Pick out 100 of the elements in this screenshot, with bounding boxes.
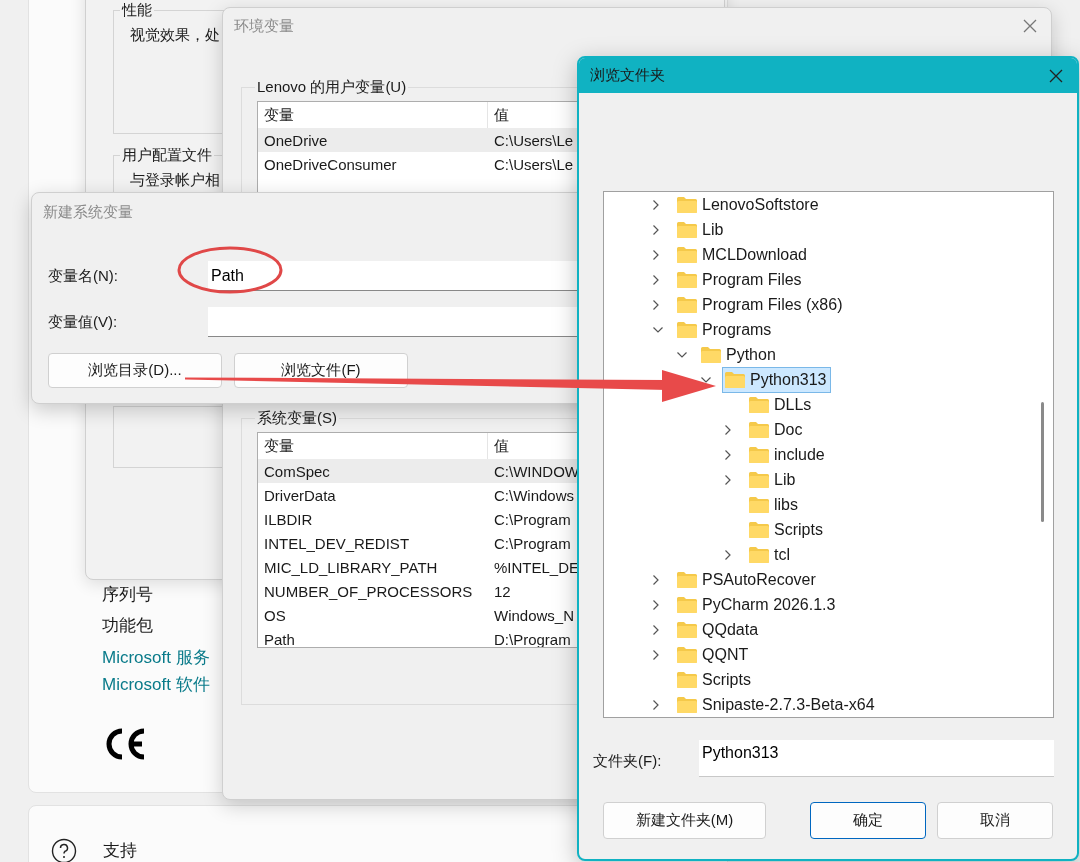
tree-item[interactable]: Program Files (x86) [674,291,847,318]
ok-button[interactable]: 确定 [810,802,926,839]
tree-item[interactable]: Lib [674,216,728,243]
agreement-link[interactable]: Microsoft 软件 [102,671,210,698]
chevron-right-icon[interactable] [653,649,659,660]
variable-value: 12 [493,582,511,600]
chevron-right-icon[interactable] [725,424,731,435]
tree-item[interactable]: Snipaste-2.7.3-Beta-x64 [674,691,879,717]
close-icon[interactable] [1023,19,1037,33]
chevron-right-icon[interactable] [653,599,659,610]
tree-item[interactable]: Doc [746,416,807,443]
window-title: 新建系统变量 [43,202,133,222]
folder-icon [749,446,769,463]
window-title: 浏览文件夹 [590,66,665,85]
info-label: 功能包 [102,615,153,637]
folder-icon [725,371,745,388]
chevron-right-icon[interactable] [653,624,659,635]
folder-icon [749,396,769,413]
variable-value: %INTEL_DE [493,558,580,576]
tree-item[interactable]: Scripts [674,666,755,693]
chevron-down-icon[interactable] [677,351,687,358]
tree-item[interactable]: QQNT [674,641,753,668]
tree-item[interactable]: PSAutoRecover [674,566,820,593]
column-header[interactable]: 值 [488,433,509,459]
chevron-right-icon[interactable] [653,574,659,585]
tree-item[interactable]: LenovoSoftstore [674,192,823,218]
info-label: 序列号 [102,584,153,606]
group-title: 性能 [120,1,153,20]
chevron-down-icon[interactable] [701,376,711,383]
cancel-button[interactable]: 取消 [937,802,1053,839]
group-description: 视觉效果，处 [130,26,220,43]
window-title: 环境变量 [234,16,294,36]
variable-name: OneDrive [263,131,329,149]
folder-icon [677,696,697,713]
chevron-right-icon[interactable] [653,274,659,285]
folder-icon [677,571,697,588]
variable-name: Path [263,630,296,647]
agreement-link[interactable]: Microsoft 服务 [102,644,210,671]
folder-icon [677,221,697,238]
field-label: 变量值(V): [48,312,119,332]
folder-icon [677,596,697,613]
folder-icon [677,646,697,663]
tree-item[interactable]: Python313 [722,366,831,393]
variable-name: NUMBER_OF_PROCESSORS [263,582,474,600]
field-label: 变量名(N): [48,266,119,286]
folder-icon [749,421,769,438]
chevron-right-icon[interactable] [653,199,659,210]
tree-item[interactable]: Program Files [674,266,806,293]
variable-value: C:\Users\Le [493,131,574,149]
column-header[interactable]: 值 [488,102,509,128]
chevron-right-icon[interactable] [725,549,731,560]
scrollbar[interactable] [1041,402,1044,522]
folder-icon [701,346,721,363]
variable-value: D:\Program [493,630,571,647]
variable-name: MIC_LD_LIBRARY_PATH [263,558,439,576]
tree-item[interactable]: Scripts [746,516,827,543]
folder-icon [677,621,697,638]
chevron-right-icon[interactable] [653,249,659,260]
variable-value: Windows_N [493,606,575,624]
folder-icon [749,521,769,538]
folder-icon [749,546,769,563]
tree-item[interactable]: PyCharm 2026.1.3 [674,591,840,618]
variable-name: ILBDIR [263,510,314,528]
group-title: 用户配置文件 [121,146,213,165]
variable-name: OneDriveConsumer [263,155,398,173]
new-folder-button[interactable]: 新建文件夹(M) [603,802,766,839]
variable-name: INTEL_DEV_REDIST [263,534,411,552]
tree-item[interactable]: MCLDownload [674,241,811,268]
chevron-right-icon[interactable] [725,449,731,460]
folder-name-input[interactable]: Python313 [699,740,1054,777]
variable-value: C:\WINDOW [493,462,579,480]
variable-name: ComSpec [263,462,331,480]
folder-icon [677,246,697,263]
support-label: 支持 [103,840,137,862]
variable-value: C:\Program [493,534,571,552]
variable-value: C:\Program [493,510,571,528]
chevron-right-icon[interactable] [653,699,659,710]
browse-button[interactable]: 浏览目录(D)... [48,353,222,388]
folder-icon [677,321,697,338]
folder-icon [677,196,697,213]
chevron-right-icon[interactable] [653,224,659,235]
variable-name: DriverData [263,486,337,504]
help-icon [51,838,77,862]
tree-item[interactable]: Python [698,341,780,368]
chevron-down-icon[interactable] [653,326,663,333]
close-icon[interactable] [1049,68,1063,83]
tree-item[interactable]: DLLs [746,391,816,418]
chevron-right-icon[interactable] [725,474,731,485]
field-label: 文件夹(F): [593,752,663,771]
variable-name: OS [263,606,287,624]
variable-value: C:\Users\Le [493,155,574,173]
group-title: 系统变量(S) [256,409,338,428]
tree-item[interactable]: tcl [746,541,794,568]
tree-item[interactable]: Programs [674,316,776,343]
chevron-right-icon[interactable] [653,299,659,310]
tree-item[interactable]: libs [746,491,802,518]
group-description: 与登录帐户相 [130,171,220,188]
tree-item[interactable]: QQdata [674,616,763,643]
folder-icon [677,296,697,313]
folder-icon [677,271,697,288]
